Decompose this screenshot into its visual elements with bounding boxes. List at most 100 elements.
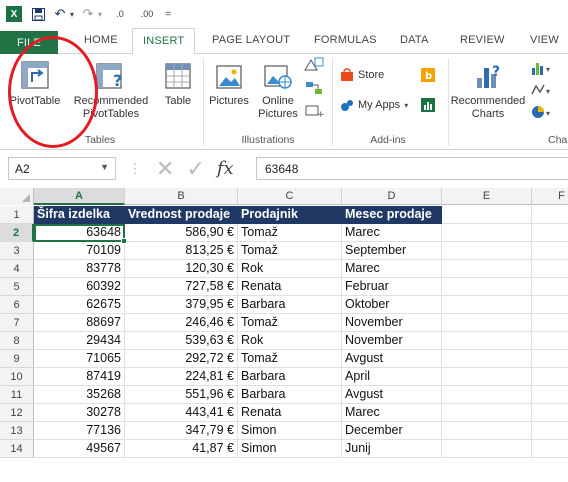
empty-cell[interactable] bbox=[442, 386, 532, 404]
shapes-button[interactable] bbox=[302, 56, 326, 76]
column-header-b[interactable]: B bbox=[125, 188, 238, 205]
formula-input[interactable]: 63648 bbox=[256, 157, 568, 180]
screenshot-button[interactable]: + bbox=[302, 104, 326, 122]
table-cell[interactable]: Avgust bbox=[342, 350, 442, 368]
row-header[interactable]: 13 bbox=[0, 422, 34, 440]
tab-insert[interactable]: INSERT bbox=[132, 28, 196, 55]
table-cell[interactable]: 246,46 € bbox=[125, 314, 238, 332]
table-cell[interactable]: 87419 bbox=[34, 368, 125, 386]
select-all-icon[interactable] bbox=[0, 188, 34, 205]
table-header-cell[interactable]: Mesec prodaje bbox=[342, 206, 442, 224]
empty-cell[interactable] bbox=[532, 386, 568, 404]
tab-formulas[interactable]: FORMULAS bbox=[314, 34, 377, 46]
row-header[interactable]: 10 bbox=[0, 368, 34, 386]
table-cell[interactable]: September bbox=[342, 242, 442, 260]
table-cell[interactable]: Avgust bbox=[342, 386, 442, 404]
table-header-cell[interactable]: Šifra izdelka bbox=[34, 206, 125, 224]
empty-cell[interactable] bbox=[442, 314, 532, 332]
recommended-charts-button[interactable]: ? Recommended Charts bbox=[450, 60, 526, 121]
empty-cell[interactable] bbox=[442, 440, 532, 458]
table-cell[interactable]: November bbox=[342, 314, 442, 332]
row-header[interactable]: 1 bbox=[0, 206, 34, 224]
empty-cell[interactable] bbox=[532, 206, 568, 224]
table-cell[interactable]: Simon bbox=[238, 440, 342, 458]
column-header-f[interactable]: F bbox=[532, 188, 568, 205]
empty-cell[interactable] bbox=[532, 404, 568, 422]
empty-cell[interactable] bbox=[442, 368, 532, 386]
table-cell[interactable]: 30278 bbox=[34, 404, 125, 422]
table-cell[interactable]: 727,58 € bbox=[125, 278, 238, 296]
undo-icon[interactable]: ↶ bbox=[52, 5, 68, 23]
table-cell[interactable]: 63648 bbox=[34, 224, 125, 242]
table-cell[interactable]: Barbara bbox=[238, 368, 342, 386]
smartart-button[interactable] bbox=[302, 80, 326, 100]
column-header-d[interactable]: D bbox=[342, 188, 442, 205]
table-header-cell[interactable]: Prodajnik bbox=[238, 206, 342, 224]
table-cell[interactable]: Barbara bbox=[238, 296, 342, 314]
table-cell[interactable]: 49567 bbox=[34, 440, 125, 458]
pictures-button[interactable]: Pictures bbox=[206, 62, 252, 108]
table-cell[interactable]: Tomaž bbox=[238, 314, 342, 332]
empty-cell[interactable] bbox=[532, 440, 568, 458]
row-header[interactable]: 4 bbox=[0, 260, 34, 278]
table-cell[interactable]: 813,25 € bbox=[125, 242, 238, 260]
table-cell[interactable]: 120,30 € bbox=[125, 260, 238, 278]
table-cell[interactable]: Februar bbox=[342, 278, 442, 296]
save-icon[interactable] bbox=[30, 5, 46, 23]
empty-cell[interactable] bbox=[532, 260, 568, 278]
row-header[interactable]: 3 bbox=[0, 242, 34, 260]
table-cell[interactable]: Renata bbox=[238, 278, 342, 296]
column-chart-button[interactable]: ▾ bbox=[528, 60, 558, 80]
row-header[interactable]: 9 bbox=[0, 350, 34, 368]
name-box[interactable]: A2 ▼ bbox=[8, 157, 116, 180]
table-cell[interactable]: 70109 bbox=[34, 242, 125, 260]
empty-cell[interactable] bbox=[442, 278, 532, 296]
table-cell[interactable]: 586,90 € bbox=[125, 224, 238, 242]
row-header[interactable]: 12 bbox=[0, 404, 34, 422]
empty-cell[interactable] bbox=[442, 332, 532, 350]
empty-cell[interactable] bbox=[442, 242, 532, 260]
my-apps-button[interactable]: My Apps ▾ bbox=[340, 98, 420, 112]
table-cell[interactable]: 224,81 € bbox=[125, 368, 238, 386]
tab-review[interactable]: REVIEW bbox=[460, 34, 505, 46]
empty-cell[interactable] bbox=[442, 422, 532, 440]
table-cell[interactable]: Marec bbox=[342, 404, 442, 422]
table-cell[interactable]: 292,72 € bbox=[125, 350, 238, 368]
table-cell[interactable]: Barbara bbox=[238, 386, 342, 404]
table-cell[interactable]: Tomaž bbox=[238, 350, 342, 368]
redo-icon[interactable]: ↷ bbox=[80, 5, 96, 23]
pie-chart-button[interactable]: ▾ bbox=[528, 104, 558, 124]
empty-cell[interactable] bbox=[442, 206, 532, 224]
table-cell[interactable]: Junij bbox=[342, 440, 442, 458]
row-header[interactable]: 2 bbox=[0, 224, 34, 242]
table-cell[interactable]: Oktober bbox=[342, 296, 442, 314]
empty-cell[interactable] bbox=[532, 368, 568, 386]
empty-cell[interactable] bbox=[532, 422, 568, 440]
table-cell[interactable]: 60392 bbox=[34, 278, 125, 296]
table-cell[interactable]: Tomaž bbox=[238, 242, 342, 260]
table-cell[interactable]: November bbox=[342, 332, 442, 350]
table-cell[interactable]: 83778 bbox=[34, 260, 125, 278]
people-graph-button[interactable] bbox=[420, 98, 436, 116]
empty-cell[interactable] bbox=[532, 224, 568, 242]
table-cell[interactable]: 347,79 € bbox=[125, 422, 238, 440]
tab-home[interactable]: HOME bbox=[84, 34, 118, 46]
row-header[interactable]: 8 bbox=[0, 332, 34, 350]
tab-view[interactable]: VIEW bbox=[530, 34, 559, 46]
table-cell[interactable]: 71065 bbox=[34, 350, 125, 368]
table-header-cell[interactable]: Vrednost prodaje bbox=[125, 206, 238, 224]
table-cell[interactable]: 35268 bbox=[34, 386, 125, 404]
row-header[interactable]: 5 bbox=[0, 278, 34, 296]
tab-data[interactable]: DATA bbox=[400, 34, 429, 46]
table-cell[interactable]: December bbox=[342, 422, 442, 440]
line-chart-button[interactable]: ▾ bbox=[528, 82, 558, 102]
row-header[interactable]: 7 bbox=[0, 314, 34, 332]
redo-dropdown-icon[interactable]: ▾ bbox=[96, 5, 104, 23]
empty-cell[interactable] bbox=[532, 296, 568, 314]
empty-cell[interactable] bbox=[442, 404, 532, 422]
table-cell[interactable]: Simon bbox=[238, 422, 342, 440]
increase-decimal-icon[interactable]: .0 bbox=[110, 5, 130, 23]
tab-page-layout[interactable]: PAGE LAYOUT bbox=[212, 34, 290, 46]
empty-cell[interactable] bbox=[532, 332, 568, 350]
table-cell[interactable]: Rok bbox=[238, 260, 342, 278]
